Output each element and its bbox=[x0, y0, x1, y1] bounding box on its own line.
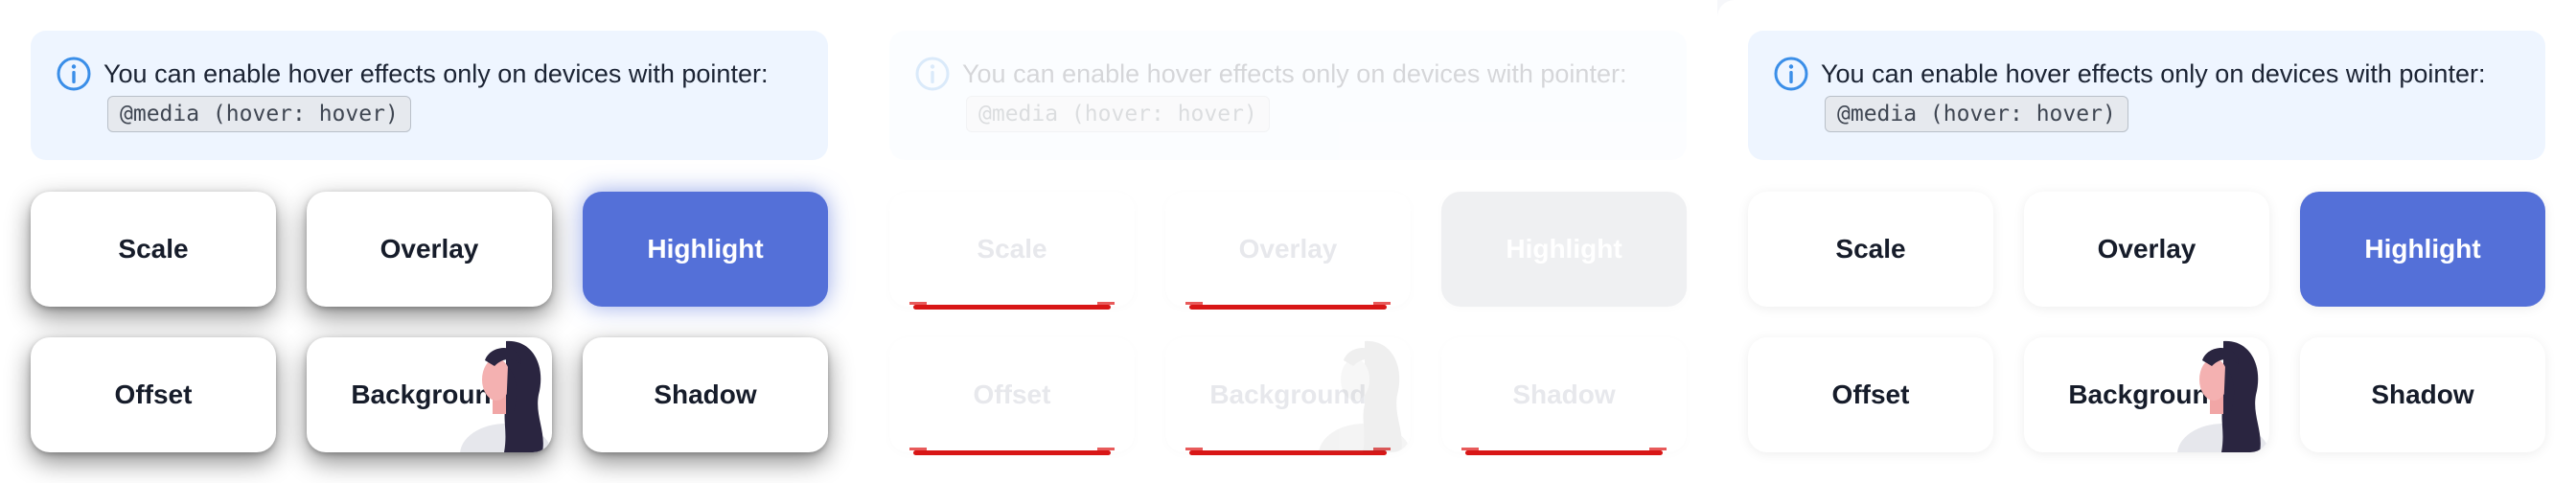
highlight-button[interactable]: Highlight bbox=[2300, 192, 2545, 307]
offset-button[interactable]: Offset bbox=[889, 337, 1135, 452]
media-query-code: @media (hover: hover) bbox=[966, 96, 1270, 132]
media-query-code: @media (hover: hover) bbox=[1825, 96, 2128, 132]
info-icon bbox=[915, 57, 950, 91]
demo-panel-shadow: You can enable hover effects only on dev… bbox=[0, 0, 859, 483]
info-notice: You can enable hover effects only on dev… bbox=[31, 31, 828, 160]
shadow-button[interactable]: Shadow bbox=[583, 337, 828, 452]
overlay-button[interactable]: Overlay bbox=[307, 192, 552, 307]
avatar-illustration-icon bbox=[2177, 340, 2269, 452]
avatar-illustration-icon bbox=[1319, 340, 1411, 452]
info-text: You can enable hover effects only on dev… bbox=[1821, 59, 2486, 88]
background-button[interactable]: Background bbox=[1165, 337, 1411, 452]
avatar-illustration-icon bbox=[460, 340, 552, 452]
scale-button[interactable]: Scale bbox=[31, 192, 276, 307]
background-button[interactable]: Background bbox=[2024, 337, 2269, 452]
scale-button[interactable]: Scale bbox=[1748, 192, 1993, 307]
highlight-button[interactable]: Highlight bbox=[583, 192, 828, 307]
info-text: You can enable hover effects only on dev… bbox=[962, 59, 1627, 88]
media-query-code: @media (hover: hover) bbox=[107, 96, 411, 132]
background-button[interactable]: Background bbox=[307, 337, 552, 452]
scale-button[interactable]: Scale bbox=[889, 192, 1135, 307]
overlay-button[interactable]: Overlay bbox=[2024, 192, 2269, 307]
info-notice: You can enable hover effects only on dev… bbox=[1748, 31, 2545, 160]
underline-scale bbox=[909, 302, 1115, 310]
underline-offset bbox=[909, 448, 1115, 455]
overlay-button[interactable]: Overlay bbox=[1165, 192, 1411, 307]
highlight-button[interactable]: Highlight bbox=[1441, 192, 1687, 307]
info-icon bbox=[1774, 57, 1808, 91]
underline-shadow bbox=[1461, 448, 1667, 455]
info-icon bbox=[57, 57, 91, 91]
underline-overlay bbox=[1185, 302, 1391, 310]
info-notice: You can enable hover effects only on dev… bbox=[889, 31, 1687, 160]
offset-button[interactable]: Offset bbox=[1748, 337, 1993, 452]
offset-button[interactable]: Offset bbox=[31, 337, 276, 452]
shadow-button[interactable]: Shadow bbox=[1441, 337, 1687, 452]
stage: You can enable hover effects only on dev… bbox=[0, 0, 2576, 483]
info-text: You can enable hover effects only on dev… bbox=[104, 59, 769, 88]
demo-panel-faded: You can enable hover effects only on dev… bbox=[859, 0, 1717, 483]
demo-panel-light: You can enable hover effects only on dev… bbox=[1717, 0, 2576, 483]
shadow-button[interactable]: Shadow bbox=[2300, 337, 2545, 452]
